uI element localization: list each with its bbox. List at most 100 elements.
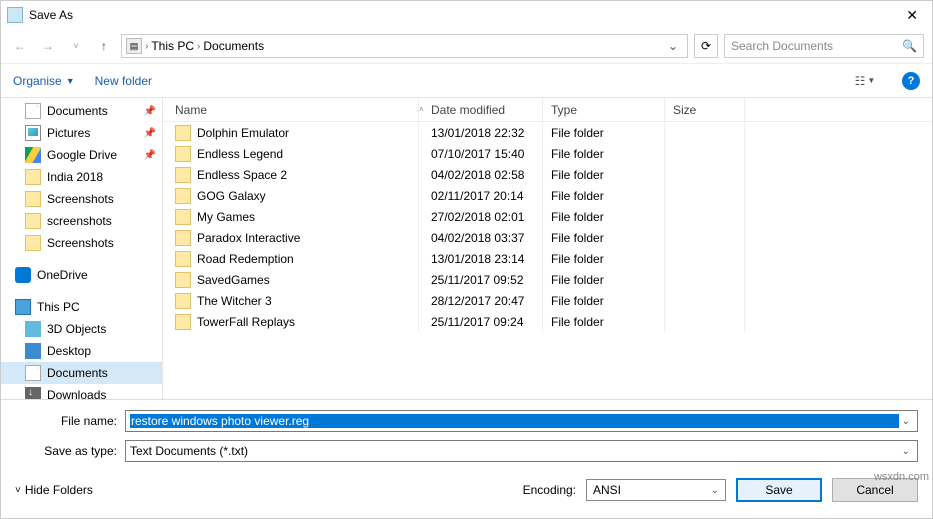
- encoding-select[interactable]: ANSI ⌄: [586, 479, 726, 501]
- sidebar-item[interactable]: Documents📌: [1, 100, 162, 122]
- savetype-select[interactable]: Text Documents (*.txt) ⌄: [125, 440, 918, 462]
- chevron-down-icon: ▼: [66, 76, 75, 86]
- folder-icon: [25, 147, 41, 163]
- folder-icon: [25, 103, 41, 119]
- close-icon[interactable]: ✕: [898, 5, 926, 26]
- table-row[interactable]: My Games27/02/2018 02:01File folder: [163, 206, 932, 227]
- folder-icon: [175, 272, 191, 288]
- table-row[interactable]: Paradox Interactive04/02/2018 03:37File …: [163, 227, 932, 248]
- folder-icon: [25, 235, 41, 251]
- breadcrumb-root[interactable]: This PC: [151, 39, 194, 53]
- help-icon[interactable]: ?: [902, 72, 920, 90]
- new-folder-button[interactable]: New folder: [95, 74, 152, 88]
- folder-icon: [25, 125, 41, 141]
- table-row[interactable]: Dolphin Emulator13/01/2018 22:32File fol…: [163, 122, 932, 143]
- chevron-down-icon[interactable]: ⌄: [899, 416, 913, 427]
- filename-input[interactable]: restore windows photo viewer.reg ⌄: [125, 410, 918, 432]
- pc-icon: ▤: [126, 38, 142, 54]
- back-button[interactable]: ←: [9, 35, 31, 57]
- pc-icon: [15, 299, 31, 315]
- table-row[interactable]: TowerFall Replays25/11/2017 09:24File fo…: [163, 311, 932, 332]
- folder-icon: [25, 169, 41, 185]
- search-input[interactable]: Search Documents 🔍: [724, 34, 924, 58]
- table-row[interactable]: Endless Legend07/10/2017 15:40File folde…: [163, 143, 932, 164]
- forward-button[interactable]: →: [37, 35, 59, 57]
- sidebar-item[interactable]: Desktop: [1, 340, 162, 362]
- sidebar-item[interactable]: Screenshots: [1, 232, 162, 254]
- savetype-value: Text Documents (*.txt): [130, 444, 899, 458]
- main-split: Documents📌Pictures📌Google Drive📌India 20…: [1, 97, 932, 399]
- sidebar-item[interactable]: Screenshots: [1, 188, 162, 210]
- search-placeholder: Search Documents: [731, 39, 902, 53]
- folder-icon: [25, 365, 41, 381]
- footer: ˅ Hide Folders Encoding: ANSI ⌄ Save Can…: [1, 468, 932, 512]
- chevron-right-icon: ›: [197, 41, 200, 52]
- breadcrumb[interactable]: ▤ › This PC › Documents ⌄: [121, 34, 688, 58]
- folder-icon: [175, 293, 191, 309]
- refresh-button[interactable]: ⟳: [694, 34, 718, 58]
- folder-icon: [175, 251, 191, 267]
- pin-icon: 📌: [144, 150, 156, 161]
- folder-icon: [175, 230, 191, 246]
- pin-icon: 📌: [144, 128, 156, 139]
- chevron-right-icon: ›: [145, 41, 148, 52]
- save-fields: File name: restore windows photo viewer.…: [1, 399, 932, 468]
- sidebar-item[interactable]: screenshots: [1, 210, 162, 232]
- encoding-label: Encoding:: [523, 483, 576, 497]
- onedrive-icon: [15, 267, 31, 283]
- folder-icon: [175, 146, 191, 162]
- savetype-label: Save as type:: [15, 444, 125, 458]
- window-title: Save As: [29, 8, 898, 22]
- folder-icon: [25, 191, 41, 207]
- save-button[interactable]: Save: [736, 478, 822, 502]
- chevron-down-icon[interactable]: ⌄: [663, 39, 683, 53]
- recent-dropdown[interactable]: ˅: [65, 35, 87, 57]
- pin-icon: 📌: [144, 106, 156, 117]
- app-icon: [7, 7, 23, 23]
- sidebar-item[interactable]: Documents: [1, 362, 162, 384]
- filename-label: File name:: [15, 414, 125, 428]
- navbar: ← → ˅ ↑ ▤ › This PC › Documents ⌄ ⟳ Sear…: [1, 29, 932, 63]
- chevron-down-icon[interactable]: ⌄: [899, 446, 913, 457]
- hide-folders-toggle[interactable]: ˅ Hide Folders: [15, 483, 93, 497]
- table-row[interactable]: Road Redemption13/01/2018 23:14File fold…: [163, 248, 932, 269]
- folder-icon: [25, 321, 41, 337]
- folder-icon: [25, 387, 41, 399]
- chevron-down-icon: ˅: [15, 485, 21, 496]
- toolbar: Organise ▼ New folder ☷ ▼ ?: [1, 63, 932, 97]
- folder-icon: [175, 167, 191, 183]
- organise-menu[interactable]: Organise ▼: [13, 74, 75, 88]
- sidebar-item-thispc[interactable]: This PC: [1, 296, 162, 318]
- folder-icon: [175, 314, 191, 330]
- col-type[interactable]: Type: [543, 98, 665, 121]
- table-row[interactable]: GOG Galaxy02/11/2017 20:14File folder: [163, 185, 932, 206]
- search-icon: 🔍: [902, 39, 917, 53]
- sidebar-item[interactable]: Google Drive📌: [1, 144, 162, 166]
- sidebar-item[interactable]: Pictures📌: [1, 122, 162, 144]
- titlebar: Save As ✕: [1, 1, 932, 29]
- file-list[interactable]: Name ˄ Date modified Type Size Dolphin E…: [163, 98, 932, 399]
- nav-tree[interactable]: Documents📌Pictures📌Google Drive📌India 20…: [1, 98, 163, 399]
- col-date[interactable]: Date modified: [423, 98, 543, 121]
- view-options[interactable]: ☷ ▼: [848, 70, 882, 92]
- folder-icon: [175, 125, 191, 141]
- sidebar-item[interactable]: 3D Objects: [1, 318, 162, 340]
- breadcrumb-current[interactable]: Documents: [203, 39, 264, 53]
- folder-icon: [25, 343, 41, 359]
- folder-icon: [175, 209, 191, 225]
- filename-value: restore windows photo viewer.reg: [130, 414, 899, 428]
- col-size[interactable]: Size: [665, 98, 745, 121]
- folder-icon: [175, 188, 191, 204]
- up-button[interactable]: ↑: [93, 35, 115, 57]
- watermark: wsxdn.com: [874, 471, 929, 483]
- folder-icon: [25, 213, 41, 229]
- table-row[interactable]: Endless Space 204/02/2018 02:58File fold…: [163, 164, 932, 185]
- col-name[interactable]: Name: [163, 98, 419, 121]
- table-row[interactable]: SavedGames25/11/2017 09:52File folder: [163, 269, 932, 290]
- chevron-down-icon: ⌄: [711, 485, 719, 496]
- sidebar-item-onedrive[interactable]: OneDrive: [1, 264, 162, 286]
- column-headers: Name ˄ Date modified Type Size: [163, 98, 932, 122]
- table-row[interactable]: The Witcher 328/12/2017 20:47File folder: [163, 290, 932, 311]
- sidebar-item[interactable]: Downloads: [1, 384, 162, 399]
- sidebar-item[interactable]: India 2018: [1, 166, 162, 188]
